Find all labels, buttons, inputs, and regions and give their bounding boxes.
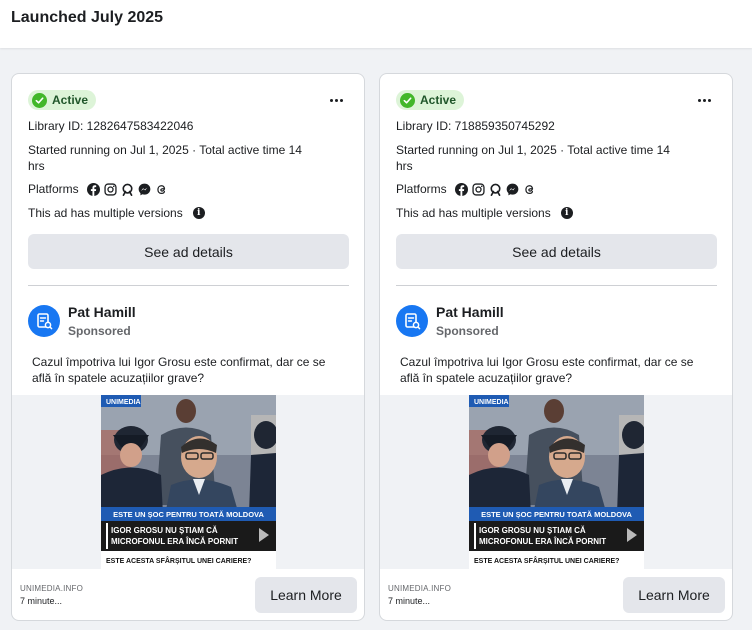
advertiser-name[interactable]: Pat Hamill: [436, 304, 504, 320]
threads-icon: [525, 184, 533, 194]
creative-question: ESTE ACESTA SFÂRȘITUL UNEI CARIERE?: [474, 556, 619, 565]
ad-creative-image[interactable]: UNIMEDIA ESTE UN ȘOC PENTRU TOATĂ MOLDOV…: [101, 395, 276, 569]
ad-card: Active Library ID: 1282647583422046 Star…: [11, 73, 365, 621]
creative-brand: UNIMEDIA: [474, 399, 509, 406]
section-title: Launched July 2025: [11, 9, 164, 26]
ad-media: UNIMEDIA ESTE UN ȘOC PENTRU TOATĂ MOLDOV…: [380, 395, 732, 569]
creative-quote-line2: MICROFONUL ERA ÎNCĂ PORNIT: [111, 537, 238, 546]
run-duration: Started running on Jul 1, 2025 · Total a…: [396, 143, 670, 173]
more-options-icon[interactable]: [692, 90, 716, 110]
threads-icon: [157, 184, 165, 194]
creative-banner: ESTE UN ȘOC PENTRU TOATĂ MOLDOVA: [113, 510, 264, 519]
creative-banner: ESTE UN ȘOC PENTRU TOATĂ MOLDOVA: [481, 510, 632, 519]
section-header: Launched July 2025: [0, 0, 752, 48]
info-icon[interactable]: i: [192, 207, 205, 219]
status-badge: Active: [28, 90, 97, 110]
link-caption: 7 minute...: [20, 596, 63, 606]
messenger-icon: [506, 183, 519, 195]
library-id: Library ID: 718859350745292: [396, 119, 555, 133]
ad-body-text: Cazul împotriva lui Igor Grosu este conf…: [32, 355, 326, 385]
ad-card: Active Library ID: 718859350745292 Start…: [379, 73, 733, 621]
link-domain: UNIMEDIA.INFO: [20, 584, 84, 593]
ad-media: UNIMEDIA ESTE UN ȘOC PENTRU TOATĂ MOLDOV…: [12, 395, 364, 569]
ad-creative-image[interactable]: UNIMEDIA ESTE UN ȘOC PENTRU TOATĂ MOLDOV…: [469, 395, 644, 569]
ad-body-text: Cazul împotriva lui Igor Grosu este conf…: [400, 355, 694, 385]
advertiser-avatar[interactable]: [396, 305, 428, 337]
multiple-versions-row: This ad has multiple versions i: [396, 205, 573, 221]
more-options-icon[interactable]: [324, 90, 348, 110]
messenger-icon: [138, 183, 151, 195]
link-domain: UNIMEDIA.INFO: [388, 584, 452, 593]
run-duration: Started running on Jul 1, 2025 · Total a…: [28, 143, 302, 173]
status-label: Active: [420, 93, 457, 107]
platforms-row: Platforms: [28, 181, 168, 197]
platforms-row: Platforms: [396, 181, 536, 197]
versions-text: This ad has multiple versions: [28, 206, 183, 220]
status-badge: Active: [396, 90, 465, 110]
creative-quote-line2: MICROFONUL ERA ÎNCĂ PORNIT: [479, 537, 606, 546]
facebook-icon: [454, 182, 468, 196]
info-icon[interactable]: i: [560, 207, 573, 219]
divider: [28, 285, 349, 286]
learn-more-button[interactable]: Learn More: [623, 577, 725, 613]
advertiser-name[interactable]: Pat Hamill: [68, 304, 136, 320]
platforms-label: Platforms: [28, 182, 79, 196]
sponsored-label: Sponsored: [68, 324, 131, 338]
sponsored-label: Sponsored: [436, 324, 499, 338]
creative-quote-line1: IGOR GROSU NU ȘTIAM CĂ: [479, 526, 586, 535]
status-label: Active: [52, 93, 89, 107]
instagram-icon: [472, 182, 485, 196]
platforms-label: Platforms: [396, 182, 447, 196]
check-circle-icon: [400, 92, 415, 108]
versions-text: This ad has multiple versions: [396, 206, 551, 220]
creative-quote-line1: IGOR GROSU NU ȘTIAM CĂ: [111, 526, 218, 535]
multiple-versions-row: This ad has multiple versions i: [28, 205, 205, 221]
advertiser-avatar[interactable]: [28, 305, 60, 337]
see-ad-details-button[interactable]: See ad details: [28, 234, 349, 269]
link-caption: 7 minute...: [388, 596, 431, 606]
audience-network-icon: [122, 183, 133, 196]
creative-brand: UNIMEDIA: [106, 399, 141, 406]
audience-network-icon: [490, 183, 501, 196]
divider: [396, 285, 717, 286]
check-circle-icon: [32, 92, 47, 108]
library-id: Library ID: 1282647583422046: [28, 119, 194, 133]
instagram-icon: [104, 182, 117, 196]
learn-more-button[interactable]: Learn More: [255, 577, 357, 613]
facebook-icon: [86, 182, 100, 196]
see-ad-details-button[interactable]: See ad details: [396, 234, 717, 269]
creative-question: ESTE ACESTA SFÂRȘITUL UNEI CARIERE?: [106, 556, 251, 565]
